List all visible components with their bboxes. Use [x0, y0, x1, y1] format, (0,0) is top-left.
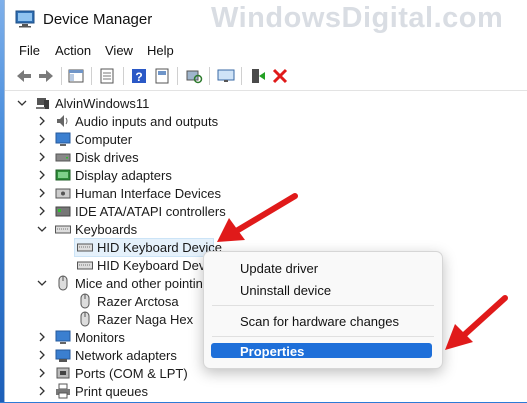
- menu-item-update-driver[interactable]: Update driver: [240, 261, 318, 276]
- title-bar: Device Manager WindowsDigital.com: [5, 0, 527, 38]
- tree-item-label: Disk drives: [75, 150, 139, 165]
- properties-view-icon[interactable]: [153, 67, 171, 85]
- uninstall-x-icon[interactable]: [271, 67, 289, 85]
- menu-item-uninstall-device[interactable]: Uninstall device: [240, 283, 331, 298]
- device-label: Razer Naga Hex: [97, 312, 194, 327]
- computer-icon: [55, 132, 71, 146]
- chevron-right-icon[interactable]: [37, 186, 47, 200]
- menu-separator: [212, 305, 434, 306]
- chevron-down-icon[interactable]: [17, 96, 27, 110]
- printer-icon: [56, 383, 70, 399]
- toolbar-separator: [241, 67, 242, 85]
- tree-item-label: Keyboards: [75, 222, 138, 237]
- chevron-right-icon[interactable]: [37, 150, 47, 164]
- display-adapter-icon: [55, 169, 71, 181]
- monitor-icon: [55, 330, 71, 344]
- watermark-logo: WindowsDigital.com: [211, 2, 504, 34]
- tree-item-label: Human Interface Devices: [75, 186, 221, 201]
- chevron-right-icon[interactable]: [37, 168, 47, 182]
- tree-item-label: IDE ATA/ATAPI controllers: [75, 204, 226, 219]
- keyboard-icon: [55, 225, 71, 234]
- device-manager-app-icon: [15, 10, 35, 28]
- window-title: Device Manager: [43, 11, 153, 28]
- tree-item[interactable]: Display adapters: [5, 167, 305, 185]
- tree-item[interactable]: Computer: [5, 131, 305, 149]
- tree-item[interactable]: Disk drives: [5, 149, 305, 167]
- chevron-right-icon[interactable]: [37, 132, 47, 146]
- properties-sheet-icon[interactable]: [98, 67, 116, 85]
- tree-item-label: Display adapters: [75, 168, 172, 183]
- help-icon[interactable]: ?: [130, 67, 148, 85]
- tree-item-label: Computer: [75, 132, 133, 147]
- mouse-icon: [80, 293, 90, 309]
- mouse-icon: [58, 275, 68, 291]
- keyboard-icon: [77, 261, 93, 270]
- tree-item-label: Print queues: [75, 384, 148, 399]
- chevron-right-icon[interactable]: [37, 330, 47, 344]
- menu-item-properties[interactable]: Properties: [240, 344, 304, 359]
- menu-help[interactable]: Help: [147, 43, 174, 58]
- menu-action[interactable]: Action: [55, 43, 91, 58]
- show-hide-console-tree-icon[interactable]: [67, 67, 85, 85]
- tree-item-label: Network adapters: [75, 348, 177, 363]
- toolbar-separator: [91, 67, 92, 85]
- menu-separator: [212, 336, 434, 337]
- device-label: Razer Arctosa: [97, 294, 179, 309]
- toolbar-separator: [209, 67, 210, 85]
- hid-icon: [55, 188, 71, 199]
- enable-device-icon[interactable]: [249, 67, 267, 85]
- tree-item[interactable]: Audio inputs and outputs: [5, 113, 305, 131]
- chevron-down-icon[interactable]: [37, 276, 47, 290]
- toolbar-separator: [61, 67, 62, 85]
- mouse-icon: [80, 311, 90, 327]
- back-arrow-icon[interactable]: [15, 67, 33, 85]
- tree-item-label: Monitors: [75, 330, 125, 345]
- menu-file[interactable]: File: [19, 43, 40, 58]
- tree-item[interactable]: Print queues: [5, 383, 305, 401]
- chevron-right-icon[interactable]: [37, 114, 47, 128]
- chevron-right-icon[interactable]: [37, 366, 47, 380]
- context-menu: Update driver Uninstall device Scan for …: [203, 251, 443, 369]
- annotation-arrow-icon: [445, 295, 508, 350]
- chevron-down-icon[interactable]: [37, 222, 47, 236]
- speaker-icon: [57, 115, 68, 127]
- forward-arrow-icon[interactable]: [37, 67, 55, 85]
- annotation-arrow-icon: [217, 193, 298, 242]
- menu-bar: File Action View Help: [5, 38, 527, 62]
- keyboard-icon: [77, 243, 93, 252]
- tree-item-label: Ports (COM & LPT): [75, 366, 188, 381]
- network-adapter-icon: [55, 349, 71, 362]
- chevron-right-icon[interactable]: [37, 348, 47, 362]
- toolbar-separator: [123, 67, 124, 85]
- device-manager-window: Device Manager WindowsDigital.com File A…: [4, 0, 527, 402]
- disk-drive-icon: [55, 153, 71, 162]
- toolbar-separator: [177, 67, 178, 85]
- tree-item-label: Audio inputs and outputs: [75, 114, 219, 129]
- menu-item-scan-hardware[interactable]: Scan for hardware changes: [240, 314, 399, 329]
- svg-text:?: ?: [135, 70, 142, 84]
- chevron-right-icon[interactable]: [37, 204, 47, 218]
- chevron-right-icon[interactable]: [37, 384, 47, 398]
- menu-view[interactable]: View: [105, 43, 133, 58]
- computer-root-icon: [36, 98, 49, 109]
- update-driver-monitor-icon[interactable]: [217, 67, 235, 85]
- ide-controller-icon: [55, 206, 71, 217]
- device-label: HID Keyboard Device: [97, 240, 222, 255]
- toolbar: ?: [5, 62, 527, 90]
- tree-root-label: AlvinWindows11: [55, 96, 150, 111]
- port-icon: [56, 367, 70, 379]
- tree-root[interactable]: AlvinWindows11: [5, 95, 305, 113]
- scan-hardware-icon[interactable]: [185, 67, 203, 85]
